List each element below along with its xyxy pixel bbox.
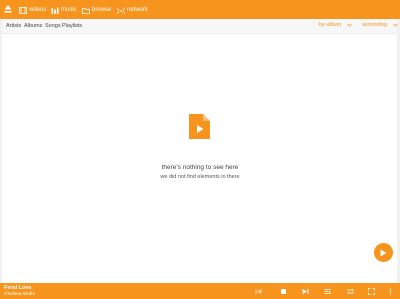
more-options-button[interactable] [386, 287, 395, 295]
chevron-down-icon [393, 23, 398, 27]
tab-browse[interactable]: browse [82, 4, 111, 16]
stop-icon [281, 288, 286, 294]
empty-state-title: there's nothing to see here [161, 164, 239, 171]
previous-button[interactable] [254, 287, 263, 295]
tab-browse-label: browse [92, 7, 112, 13]
category-albums[interactable]: Albums [24, 23, 42, 29]
next-icon [302, 288, 309, 294]
fullscreen-button[interactable] [367, 287, 376, 295]
now-playing-artist: Chelsea Wolfe [4, 292, 36, 297]
empty-state-subtitle: we did not find elements in there [160, 174, 240, 180]
play-fab-button[interactable] [374, 243, 393, 262]
folder-icon [82, 7, 90, 14]
filter-bar: Artists Albums Songs Playlists by album … [2, 19, 398, 34]
tab-network[interactable]: network [117, 4, 148, 16]
music-bars-icon [51, 7, 59, 14]
main-content: Artists Albums Songs Playlists by album … [2, 19, 398, 283]
tab-videos[interactable]: videos [19, 4, 46, 16]
tab-videos-label: videos [29, 7, 47, 13]
tab-network-label: network [127, 7, 149, 13]
more-options-icon [389, 288, 392, 294]
stop-button[interactable] [279, 287, 288, 295]
repeat-button[interactable] [346, 287, 355, 295]
previous-icon [255, 288, 262, 294]
sort-by-dropdown[interactable]: by album [319, 22, 353, 28]
next-button[interactable] [301, 287, 310, 295]
repeat-icon [347, 288, 354, 294]
sort-order-label: ascending [362, 22, 388, 28]
playlist-button[interactable] [323, 287, 332, 295]
eject-icon[interactable] [4, 4, 12, 14]
category-artists[interactable]: Artists [6, 23, 21, 29]
film-icon [19, 6, 27, 14]
top-navigation-bar: videos music browse network [0, 0, 400, 19]
tab-music[interactable]: music [51, 4, 77, 16]
chevron-down-icon [347, 23, 353, 27]
category-playlists[interactable]: Playlists [62, 23, 82, 29]
play-icon [380, 249, 387, 256]
sort-by-label: by album [319, 22, 342, 28]
fullscreen-icon [368, 287, 375, 295]
now-playing-title[interactable]: Feral Love [4, 285, 32, 291]
playlist-icon [324, 288, 331, 294]
now-playing-bar: Feral Love Chelsea Wolfe [0, 283, 400, 299]
wifi-signal-icon [117, 7, 125, 14]
media-file-icon [189, 114, 210, 139]
tab-music-label: music [61, 7, 77, 13]
sort-order-dropdown[interactable]: ascending [362, 22, 398, 28]
category-songs[interactable]: Songs [45, 23, 61, 29]
